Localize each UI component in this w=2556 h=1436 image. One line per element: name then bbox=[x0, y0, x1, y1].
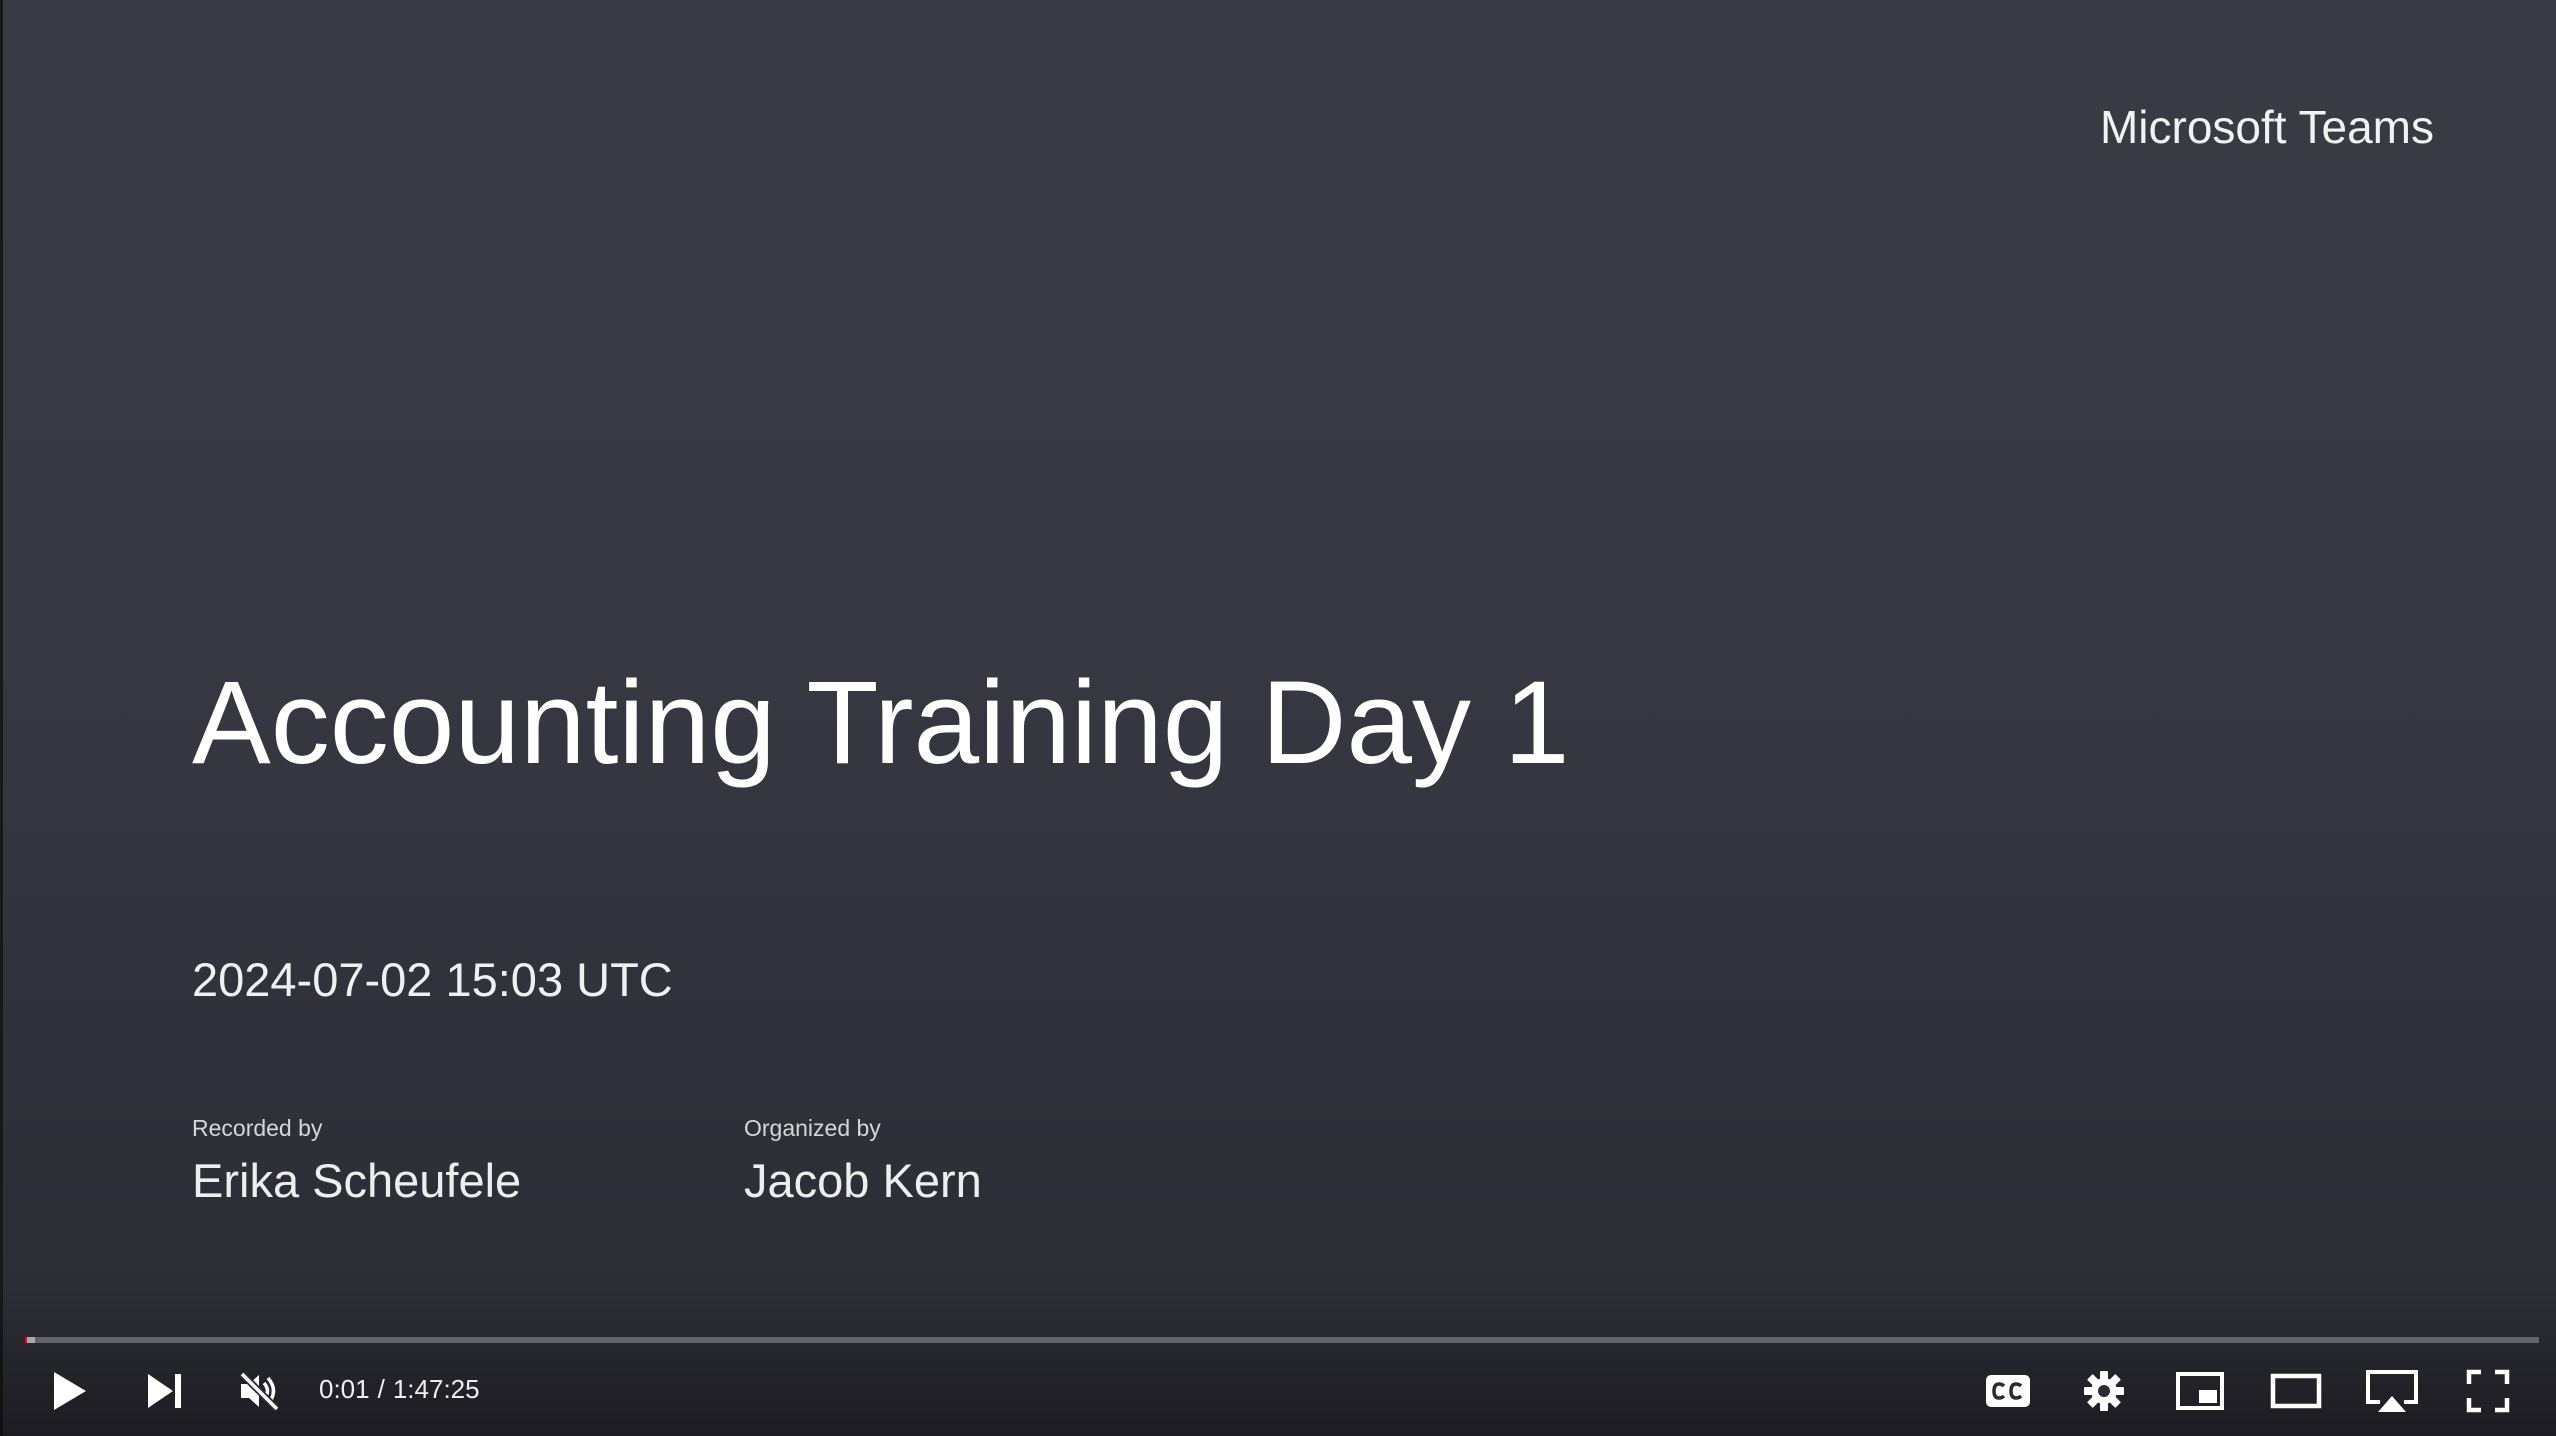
recording-title: Accounting Training Day 1 bbox=[192, 657, 1570, 789]
play-icon bbox=[54, 1372, 86, 1410]
miniplayer-icon bbox=[2176, 1372, 2224, 1410]
gear-icon bbox=[2084, 1371, 2124, 1411]
time-display: 0:01/1:47:25 bbox=[319, 1374, 480, 1405]
recorded-by-label: Recorded by bbox=[192, 1115, 323, 1141]
player-edge bbox=[0, 0, 3, 1436]
current-time: 0:01 bbox=[319, 1374, 370, 1404]
duration: 1:47:25 bbox=[392, 1374, 480, 1404]
cast-icon bbox=[2366, 1370, 2418, 1412]
cast-button[interactable] bbox=[2357, 1362, 2427, 1420]
fullscreen-button[interactable] bbox=[2453, 1362, 2523, 1420]
closed-captions-icon bbox=[1986, 1375, 2030, 1407]
fullscreen-icon bbox=[2466, 1369, 2510, 1413]
next-button[interactable] bbox=[130, 1362, 200, 1420]
settings-button[interactable] bbox=[2069, 1362, 2139, 1420]
organized-by-name: Jacob Kern bbox=[744, 1154, 982, 1207]
progress-played bbox=[25, 1337, 27, 1343]
play-button[interactable] bbox=[35, 1362, 105, 1420]
closed-captions-button[interactable] bbox=[1973, 1362, 2043, 1420]
video-player[interactable]: Microsoft Teams Accounting Training Day … bbox=[0, 0, 2556, 1436]
theater-mode-icon bbox=[2270, 1373, 2322, 1409]
progress-bar[interactable] bbox=[25, 1337, 2539, 1343]
miniplayer-button[interactable] bbox=[2165, 1362, 2235, 1420]
brand-label: Microsoft Teams bbox=[2099, 101, 2434, 153]
time-separator: / bbox=[377, 1374, 385, 1404]
mute-button[interactable] bbox=[224, 1362, 294, 1420]
next-icon bbox=[148, 1374, 181, 1408]
theater-mode-button[interactable] bbox=[2261, 1362, 2331, 1420]
recording-timestamp: 2024-07-02 15:03 UTC bbox=[192, 953, 673, 1006]
organized-by-label: Organized by bbox=[744, 1115, 881, 1141]
volume-muted-icon bbox=[239, 1371, 280, 1412]
recorded-by-name: Erika Scheufele bbox=[192, 1154, 522, 1207]
